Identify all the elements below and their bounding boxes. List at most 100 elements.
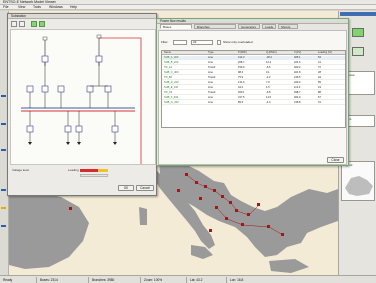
- table-cell: 34: [318, 76, 321, 79]
- table-cell: SUB_B_220: [164, 61, 179, 64]
- table-cell: 317.5: [238, 96, 245, 99]
- column-header[interactable]: V [kV]: [294, 51, 301, 55]
- overview-node[interactable]: [352, 28, 364, 37]
- pointer-icon[interactable]: [11, 21, 17, 27]
- tab-loads[interactable]: Loads: [262, 24, 276, 29]
- table-cell: 75.9: [238, 76, 244, 79]
- feeder-symbol: [42, 36, 48, 41]
- column-header[interactable]: Name: [164, 51, 171, 55]
- menu-file[interactable]: File: [3, 5, 8, 10]
- menu-view[interactable]: View: [18, 5, 25, 10]
- filter-select[interactable]: All: [191, 40, 213, 45]
- status-text: Ready: [3, 278, 13, 282]
- table-cell: -18.2: [266, 56, 272, 59]
- substation-diagram-window[interactable]: Substation Voltage level Loading OK Canc…: [7, 13, 157, 196]
- terminal-arrows: [28, 142, 117, 145]
- table-row[interactable]: TR_B2 Transf. 75.9 -2.2 219.5 34: [162, 76, 345, 80]
- table-cell: -9.8: [266, 91, 271, 94]
- hand-icon[interactable]: [31, 21, 37, 27]
- layer-marker[interactable]: [1, 207, 6, 209]
- tab-buses[interactable]: Buses: [160, 24, 192, 29]
- table-row[interactable]: SUB_G_220 Line 89.3 -4.0 218.8 31: [162, 101, 345, 105]
- loading-scale: [80, 174, 108, 177]
- menu-help[interactable]: Help: [70, 5, 77, 10]
- filter-select-value: All: [193, 40, 197, 44]
- status-divider: [36, 277, 37, 283]
- breakers-upper[interactable]: [26, 55, 112, 93]
- table-cell: 89.3: [238, 101, 244, 104]
- table-cell: 28: [318, 71, 321, 74]
- layer-marker[interactable]: [1, 189, 6, 191]
- table-cell: 150.0: [238, 66, 245, 69]
- status-buses: Buses: 2314: [40, 278, 58, 282]
- single-line-diagram[interactable]: [10, 29, 156, 165]
- breakers-lower[interactable]: [26, 125, 119, 133]
- table-cell: 98.4: [238, 71, 244, 74]
- zoom-icon[interactable]: [19, 21, 25, 27]
- results-table[interactable]: Name Type P [MW] Q [MVAr] V [kV] Loading…: [161, 50, 346, 128]
- statusbar: Ready Buses: 2314 Branches: 3980 Zoom: 1…: [0, 275, 376, 283]
- column-header[interactable]: P [MW]: [238, 51, 246, 55]
- table-row[interactable]: TR_C3 Transf. 260.1 -9.8 398.7 88: [162, 91, 345, 95]
- table-header: Name Type P [MW] Q [MVAr] V [kV] Loading…: [162, 51, 345, 55]
- menu-tools[interactable]: Tools: [33, 5, 41, 10]
- table-cell: Transf.: [208, 66, 216, 69]
- table-row[interactable]: SUB_F_400 Line 317.5 14.6 404.9 67: [162, 96, 345, 100]
- feeder-symbol: [96, 34, 102, 39]
- table-row[interactable]: SUB_E_110 Line 44.2 1.5 112.3 19: [162, 86, 345, 90]
- table-cell: 404.9: [294, 96, 301, 99]
- table-row[interactable]: TR_A1 Transf. 150.0 -5.6 400.2 72: [162, 66, 345, 70]
- table-row[interactable]: SUB_D_220 Line 131.6 7.9 220.4 55: [162, 81, 345, 85]
- menubar: File View Tools Windows Help: [0, 5, 376, 10]
- table-cell: 400.2: [294, 66, 301, 69]
- table-cell: 131.6: [238, 81, 245, 84]
- table-cell: Line: [208, 101, 213, 104]
- table-cell: 405.1: [294, 56, 301, 59]
- diagram-window-title: Substation: [11, 14, 27, 18]
- column-header[interactable]: Loading [%]: [318, 51, 332, 55]
- overview-node[interactable]: [352, 47, 364, 56]
- status-divider: [226, 277, 227, 283]
- cancel-button[interactable]: Cancel: [136, 185, 154, 191]
- table-row[interactable]: SUB_C_400 Line 98.4 3.1 401.8 28: [162, 71, 345, 75]
- table-cell: 72: [318, 66, 321, 69]
- table-cell: 12.4: [266, 61, 272, 64]
- table-cell: SUB_D_220: [164, 81, 179, 84]
- table-cell: Line: [208, 96, 213, 99]
- table-cell: Line: [208, 71, 213, 74]
- table-cell: SUB_G_220: [164, 101, 179, 104]
- minimap-box[interactable]: Legend: [341, 161, 375, 201]
- tab-branches[interactable]: Branches: [194, 24, 236, 29]
- table-cell: 63: [318, 56, 321, 59]
- tab-shunts[interactable]: Shunts: [278, 24, 298, 29]
- layer-marker[interactable]: [1, 95, 6, 97]
- table-cell: 7.9: [266, 81, 270, 84]
- results-window[interactable]: Power flow results Buses Branches Genera…: [156, 18, 349, 166]
- table-row[interactable]: SUB_B_220 Line 208.7 12.4 221.6 41: [162, 61, 345, 65]
- tab-generators[interactable]: Generators: [238, 24, 260, 29]
- filter-row: Filter All Show only overloaded: [161, 39, 346, 45]
- overload-checkbox[interactable]: [217, 40, 221, 45]
- sardinia-landmass: [139, 207, 147, 225]
- table-cell: Transf.: [208, 76, 216, 79]
- table-cell: Line: [208, 81, 213, 84]
- table-row[interactable]: SUB_A_400 Line 412.3 -18.2 405.1 63: [162, 56, 345, 60]
- diagram-window-titlebar[interactable]: Substation: [8, 14, 156, 19]
- ok-button[interactable]: OK: [118, 185, 134, 191]
- table-cell: 67: [318, 96, 321, 99]
- table-cell: 398.7: [294, 91, 301, 94]
- menu-windows[interactable]: Windows: [49, 5, 63, 10]
- fit-icon[interactable]: [39, 21, 45, 27]
- close-button[interactable]: Close: [327, 157, 344, 163]
- filter-input[interactable]: [173, 40, 187, 45]
- layer-marker[interactable]: [1, 149, 6, 151]
- layer-marker[interactable]: [1, 225, 6, 227]
- column-header[interactable]: Q [MVAr]: [266, 51, 276, 55]
- status-divider: [88, 277, 89, 283]
- table-cell: 88: [318, 91, 321, 94]
- column-header[interactable]: Type: [208, 51, 214, 55]
- table-cell: 112.3: [294, 86, 301, 89]
- layer-marker[interactable]: [1, 123, 6, 125]
- table-cell: 31: [318, 101, 321, 104]
- table-cell: TR_A1: [164, 66, 173, 69]
